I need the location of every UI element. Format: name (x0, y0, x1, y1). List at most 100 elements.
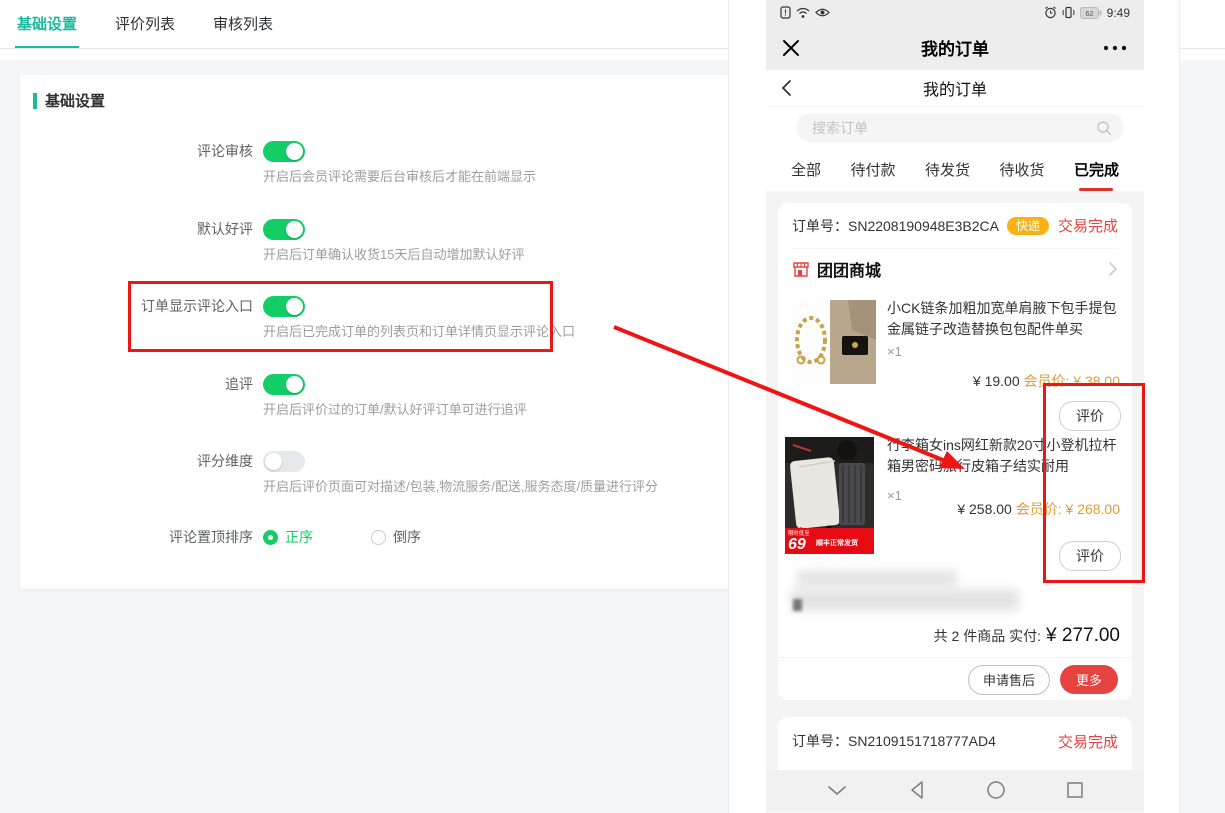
setting-label: 评分维度 (20, 451, 253, 471)
order-total-row: 共 2 件商品 实付: ¥ 277.00 (934, 625, 1120, 647)
store-icon (792, 261, 810, 278)
order-no-value: SN2208190948E3B2CA (848, 218, 999, 234)
setting-row-followup: 追评 开启后评价过的订单/默认好评订单可进行追评 (20, 372, 720, 420)
price: ¥ 19.00 (973, 373, 1020, 389)
blurred-text-line (797, 571, 957, 587)
order-review-entry-toggle[interactable] (263, 296, 305, 317)
close-icon[interactable] (782, 39, 800, 57)
setting-label: 默认好评 (20, 219, 253, 239)
sim-alert-icon: ! (780, 6, 791, 19)
member-price: ¥ 268.00 (1066, 501, 1121, 517)
hide-navbar-icon[interactable] (826, 783, 848, 797)
chevron-right-icon (1108, 261, 1118, 277)
order-no-value: SN2109151718777AD4 (848, 733, 996, 749)
setting-row-default-good: 默认好评 开启后订单确认收货15天后自动增加默认好评 (20, 217, 720, 265)
radio-option-asc[interactable]: 正序 (263, 527, 313, 547)
phone-screen: ! 62 9:49 我的订单 我的订单 全部 待 (766, 0, 1144, 813)
section-accent-bar (33, 93, 37, 109)
setting-label: 评论置顶排序 (20, 527, 253, 547)
search-input[interactable] (796, 113, 1124, 142)
tab-audit-list[interactable]: 审核列表 (211, 0, 275, 48)
tab-review-list[interactable]: 评价列表 (113, 0, 177, 48)
android-home-icon[interactable] (986, 780, 1006, 800)
shop-row[interactable]: 团团商城 (792, 248, 1118, 290)
followup-toggle[interactable] (263, 374, 305, 395)
product-title[interactable]: 小CK链条加粗加宽单肩腋下包手提包金属链子改造替换包包配件单买 (887, 298, 1123, 340)
promo-small-text: 限时低至 (788, 531, 810, 536)
app-header: 我的订单 (766, 70, 1144, 107)
order-header: 订单号：SN2208190948E3B2CA 快递 交易完成 (792, 203, 1118, 249)
android-back-icon[interactable] (908, 780, 926, 800)
tab-all[interactable]: 全部 (791, 159, 821, 182)
settings-card: 基础设置 评论审核 开启后会员评论需要后台审核后才能在前端显示 默认好评 开启后… (20, 75, 730, 589)
product-qty: ×1 (887, 344, 902, 359)
back-icon[interactable] (780, 79, 792, 97)
setting-label: 订单显示评论入口 (20, 296, 253, 316)
phone-status-bar: ! 62 9:49 (766, 0, 1144, 25)
member-price-label: 会员价: (1016, 501, 1062, 517)
product-image-suitcase[interactable]: 限时低至 69 顺丰正常发货 (785, 437, 874, 554)
order-status: 交易完成 (1058, 215, 1118, 236)
search-section (766, 107, 1144, 149)
android-recents-icon[interactable] (1066, 781, 1084, 799)
phone-nav-bar: 我的订单 (766, 25, 1144, 70)
eye-icon (815, 7, 830, 18)
aftersale-button[interactable]: 申请售后 (968, 665, 1050, 695)
toggle-knob (286, 376, 303, 393)
promo-price-text: 69 (788, 537, 806, 553)
toggle-knob (286, 298, 303, 315)
tab-pending-shipment[interactable]: 待发货 (925, 159, 970, 182)
setting-label: 评论审核 (20, 141, 253, 161)
battery-icon: 62 (1080, 7, 1102, 19)
blurred-text-mark (793, 599, 802, 611)
total-price: ¥ 277.00 (1046, 625, 1120, 647)
phone-screenshot-panel: ! 62 9:49 我的订单 我的订单 全部 待 (728, 0, 1180, 813)
member-price: ¥ 38.00 (1073, 373, 1120, 389)
product-title[interactable]: 行李箱女ins网红新款20寸小登机拉杆箱男密码旅行皮箱子结实耐用 (887, 435, 1123, 477)
radio-option-desc[interactable]: 倒序 (371, 527, 421, 547)
tab-basic-settings[interactable]: 基础设置 (15, 0, 79, 48)
tab-pending-payment[interactable]: 待付款 (850, 159, 895, 182)
radio-label: 正序 (285, 527, 313, 547)
clock-time: 9:49 (1107, 6, 1130, 20)
search-icon (1096, 120, 1112, 136)
app-header-title: 我的订单 (766, 76, 1144, 100)
tab-pending-receipt[interactable]: 待收货 (999, 159, 1044, 182)
svg-text:!: ! (784, 9, 787, 18)
product-price-line: ¥ 19.00 会员价: ¥ 38.00 (973, 371, 1120, 391)
setting-row-rating-dimension: 评分维度 开启后评价页面可对描述/包装,物流服务/配送,服务态度/质量进行评分 (20, 449, 720, 497)
toggle-knob (265, 453, 282, 470)
courier-badge: 快递 (1007, 217, 1049, 235)
comment-audit-toggle[interactable] (263, 141, 305, 162)
radio-selected-icon (263, 530, 278, 545)
tab-completed[interactable]: 已完成 (1074, 159, 1119, 182)
setting-help: 开启后已完成订单的列表页和订单详情页显示评论入口 (263, 322, 720, 342)
battery-level: 62 (1085, 8, 1093, 17)
setting-label: 追评 (20, 374, 253, 394)
order-header: 订单号：SN2109151718777AD4 交易完成 (792, 717, 1118, 765)
setting-row-pin-sort: 评论置顶排序 正序 倒序 (20, 525, 720, 549)
member-price-label: 会员价: (1024, 373, 1070, 389)
promo-shipping-text: 顺丰正常发货 (816, 538, 858, 554)
order-actions-row: 申请售后 更多 (778, 657, 1132, 701)
toggle-knob (286, 221, 303, 238)
review-button[interactable]: 评价 (1059, 541, 1121, 571)
section-header: 基础设置 (33, 90, 105, 111)
section-title: 基础设置 (45, 90, 105, 111)
android-nav-bar (766, 770, 1144, 810)
default-good-toggle[interactable] (263, 219, 305, 240)
setting-help: 开启后订单确认收货15天后自动增加默认好评 (263, 245, 720, 265)
more-button[interactable]: 更多 (1060, 665, 1118, 694)
review-button[interactable]: 评价 (1059, 401, 1121, 431)
radio-unselected-icon (371, 530, 386, 545)
order-no-label: 订单号： (792, 218, 848, 234)
product-image-bag[interactable] (790, 300, 876, 384)
more-menu-icon[interactable] (1102, 44, 1128, 52)
setting-row-order-review-entry: 订单显示评论入口 开启后已完成订单的列表页和订单详情页显示评论入口 (20, 294, 720, 342)
promo-strip: 限时低至 69 顺丰正常发货 (785, 528, 874, 554)
toggle-knob (286, 143, 303, 160)
order-list: 订单号：SN2208190948E3B2CA 快递 交易完成 团团商城 (766, 192, 1144, 813)
blurred-text-line (791, 589, 1019, 611)
setting-help: 开启后评价页面可对描述/包装,物流服务/配送,服务态度/质量进行评分 (263, 477, 720, 497)
rating-dimension-toggle[interactable] (263, 451, 305, 472)
